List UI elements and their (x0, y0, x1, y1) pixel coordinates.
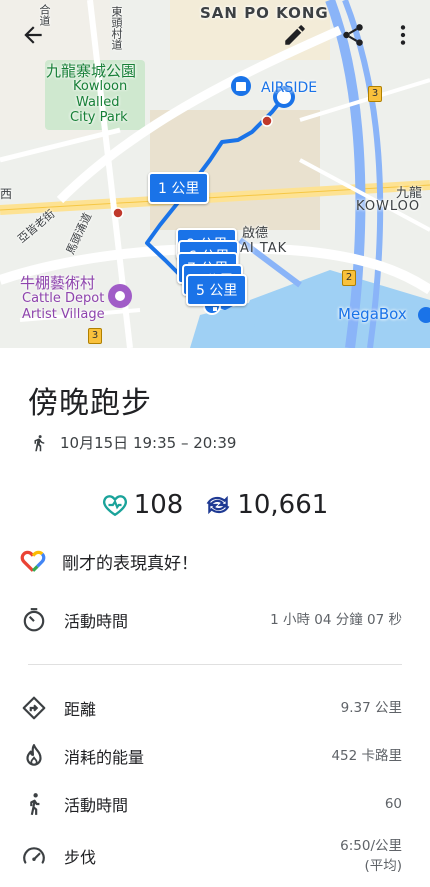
detail-row-move-minutes: 活動時間 60 (20, 790, 402, 818)
heart-points-value: 108 (133, 490, 184, 520)
steps-icon (206, 495, 230, 515)
heart-points-icon (102, 495, 127, 517)
activity-title: 傍晚跑步 (28, 386, 152, 421)
running-icon (34, 434, 45, 451)
steps-stat: 10,661 (205, 490, 328, 520)
map-label-park-en3: City Park (70, 110, 128, 125)
route-shield-3: 3 (368, 86, 382, 102)
km-marker-5: 5 公里 (186, 274, 248, 306)
flame-icon (26, 744, 42, 766)
directions-icon (22, 696, 46, 720)
route-map[interactable]: SAN PO KONG 九龍寨城公園 Kowloon Walled City P… (0, 0, 430, 348)
active-time-row: 活動時間 1 小時 04 分鐘 07 秒 (20, 606, 402, 634)
walking-icon (30, 793, 40, 816)
move-minutes-value: 60 (384, 796, 402, 812)
energy-label: 消耗的能量 (64, 748, 145, 767)
map-label-kai-tak-zh: 啟德 (242, 226, 269, 241)
distance-label: 距離 (64, 700, 97, 719)
map-label-park-zh: 九龍寨城公園 (46, 62, 137, 80)
speedometer-icon (23, 847, 45, 864)
map-label-park-en1: Kowloon (73, 79, 128, 94)
route-shield-2: 2 (342, 270, 356, 286)
map-label-west: 西 (0, 187, 13, 201)
detail-row-energy: 消耗的能量 452 卡路里 (20, 742, 402, 770)
map-label-road-hop: 合道 (38, 4, 51, 26)
timer-icon (23, 608, 45, 632)
map-label-cattle-en1: Cattle Depot (22, 291, 105, 306)
pace-label: 步伐 (64, 848, 97, 867)
map-label-kowloon-en: KOWLOO (356, 199, 421, 214)
map-label-road-east: 東頭村道 (110, 6, 123, 50)
detail-row-pace: 步伐 6:50/公里 (平均) (20, 836, 402, 876)
move-minutes-label: 活動時間 (64, 796, 129, 815)
section-divider (28, 664, 402, 665)
pace-value: 6:50/公里 (340, 838, 402, 854)
active-time-label: 活動時間 (64, 612, 129, 631)
share-icon (343, 24, 363, 46)
energy-value: 452 卡路里 (331, 748, 402, 764)
map-label-cattle-en2: Artist Village (22, 307, 105, 322)
map-label-kai-tak-en: AI TAK (240, 241, 288, 256)
map-label-megabox: MegaBox (338, 305, 407, 323)
detail-row-distance: 距離 9.37 公里 (20, 694, 402, 722)
pace-value-group: 6:50/公里 (平均) (340, 836, 402, 876)
map-label-airside: AIRSIDE (261, 80, 318, 96)
map-label-park-en2: Walled (76, 95, 120, 110)
map-label-san-po-kong: SAN PO KONG (200, 4, 329, 22)
activity-datetime: 10月15日 19:35 – 20:39 (60, 434, 237, 452)
map-label-cattle-zh: 牛棚藝術村 (20, 274, 96, 292)
pencil-icon (285, 25, 305, 45)
praise-row: 剛才的表現真好！ (20, 548, 198, 574)
pace-average-note: (平均) (364, 858, 402, 874)
share-button[interactable] (336, 18, 370, 52)
route-shield-3-west: 3 (88, 328, 102, 344)
summary-stats: 108 10,661 (0, 490, 430, 520)
steps-value: 10,661 (237, 490, 329, 520)
heart-points-stat: 108 (102, 490, 184, 520)
km-marker-1: 1 公里 (148, 172, 210, 204)
praise-text: 剛才的表現真好！ (62, 553, 198, 574)
more-options-button[interactable] (386, 18, 420, 52)
active-time-value: 1 小時 04 分鐘 07 秒 (270, 612, 402, 628)
distance-value: 9.37 公里 (340, 700, 402, 716)
more-vert-icon (400, 25, 406, 45)
edit-button[interactable] (278, 18, 312, 52)
google-fit-heart-icon (20, 550, 46, 572)
activity-datetime-row: 10月15日 19:35 – 20:39 (30, 432, 236, 453)
